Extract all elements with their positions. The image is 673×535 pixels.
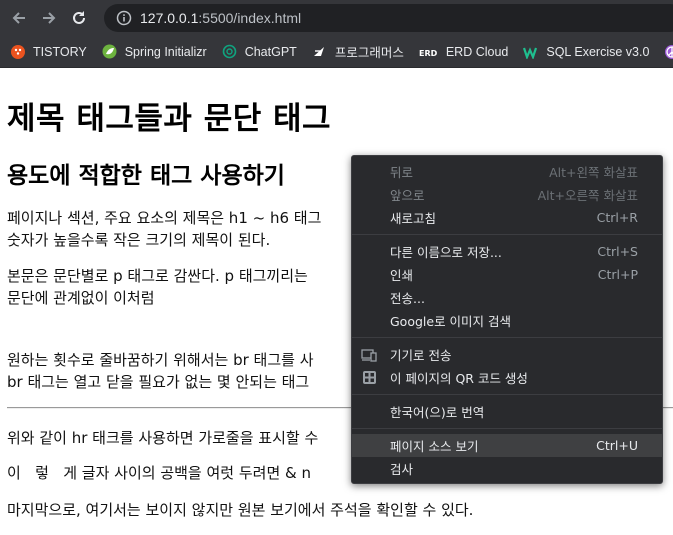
menu-item-label: 뒤로	[390, 165, 414, 180]
menu-item-label: 새로고침	[390, 211, 437, 226]
paragraph-line: 이 렇 게 글자 사이의 공백을 여럿 두려면 & n	[7, 464, 311, 482]
menu-item-cast[interactable]: 전송...	[352, 286, 662, 309]
menu-item-label: 앞으로	[390, 188, 425, 203]
menu-item-label: 검사	[390, 462, 414, 477]
menu-item-print[interactable]: 인쇄 Ctrl+P	[352, 263, 662, 286]
bookmark-label: 프로그래머스	[334, 46, 404, 60]
qr-code-icon	[361, 370, 377, 386]
bookmark-label: TISTORY	[33, 44, 87, 59]
paragraph-line: 문단에 관계없이 이처럼	[7, 289, 155, 307]
info-icon[interactable]	[116, 10, 132, 26]
url-path: :5500/index.html	[198, 10, 302, 26]
svg-text:ERD: ERD	[419, 49, 438, 58]
sql-exercise-icon	[523, 44, 539, 60]
paragraph-line: 마지막으로, 여기서는 보이지 않지만 원본 보기에서 주석을 확인할 수 있다…	[7, 501, 474, 519]
menu-item-save-as[interactable]: 다른 이름으로 저장... Ctrl+S	[352, 240, 662, 263]
reload-icon	[73, 11, 85, 24]
bookmark-erd-cloud[interactable]: ERD ERD Cloud	[419, 44, 509, 60]
bookmark-programmers[interactable]: 프로그래머스	[312, 42, 404, 61]
menu-separator	[352, 394, 662, 395]
menu-item-view-source[interactable]: 페이지 소스 보기 Ctrl+U	[352, 434, 662, 457]
menu-item-forward[interactable]: 앞으로 Alt+오른쪽 화살표	[352, 183, 662, 206]
spring-leaf-icon	[102, 44, 118, 60]
menu-item-shortcut: Alt+왼쪽 화살표	[549, 165, 638, 180]
menu-item-translate[interactable]: 한국어(으)로 번역	[352, 400, 662, 423]
menu-item-shortcut: Alt+오른쪽 화살표	[537, 188, 638, 203]
menu-item-qr-code[interactable]: 이 페이지의 QR 코드 생성	[352, 366, 662, 389]
url-host: 127.0.0.1	[140, 10, 199, 26]
menu-item-label: 인쇄	[390, 268, 414, 283]
bookmark-extra[interactable]	[664, 44, 673, 60]
programmers-icon	[312, 44, 328, 60]
menu-item-label: 기기로 전송	[390, 348, 452, 363]
menu-item-shortcut: Ctrl+P	[597, 267, 638, 282]
menu-item-shortcut: Ctrl+R	[596, 210, 638, 225]
arrow-left-icon	[12, 12, 25, 24]
context-menu: 뒤로 Alt+왼쪽 화살표 앞으로 Alt+오른쪽 화살표 새로고침 Ctrl+…	[351, 155, 663, 484]
send-to-device-icon	[361, 347, 377, 363]
bookmark-spring-initializr[interactable]: Spring Initializr	[102, 44, 207, 60]
menu-item-send-to-device[interactable]: 기기로 전송	[352, 343, 662, 366]
bookmark-tistory[interactable]: TISTORY	[10, 44, 87, 60]
paragraph-line: br 태그는 열고 닫을 필요가 없는 몇 안되는 태그	[7, 373, 310, 391]
menu-item-shortcut: Ctrl+S	[597, 244, 638, 259]
menu-separator	[352, 428, 662, 429]
menu-item-label: 한국어(으)로 번역	[390, 405, 485, 420]
forward-button[interactable]	[36, 5, 62, 31]
menu-item-label: 이 페이지의 QR 코드 생성	[390, 371, 528, 386]
arrow-right-icon	[43, 12, 56, 24]
menu-item-search-image-google[interactable]: Google로 이미지 검색	[352, 309, 662, 332]
url-text: 127.0.0.1:5500/index.html	[140, 10, 301, 26]
menu-item-inspect[interactable]: 검사	[352, 457, 662, 480]
chatgpt-icon	[222, 44, 238, 60]
tistory-icon	[10, 44, 26, 60]
browser-toolbar: 127.0.0.1:5500/index.html	[0, 0, 673, 36]
bookmark-label: ChatGPT	[244, 44, 297, 59]
address-bar[interactable]: 127.0.0.1:5500/index.html	[104, 4, 673, 32]
erd-cloud-icon: ERD	[419, 44, 439, 60]
bookmark-label: SQL Exercise v3.0	[546, 44, 650, 59]
bookmark-label: Spring Initializr	[124, 44, 207, 59]
reload-button[interactable]	[66, 5, 92, 31]
paragraph-line: 원하는 횟수로 줄바꿈하기 위해서는 br 태그를 사	[7, 351, 314, 369]
peace-sign-icon	[664, 44, 673, 60]
menu-item-back[interactable]: 뒤로 Alt+왼쪽 화살표	[352, 160, 662, 183]
paragraph-line: 본문은 문단별로 p 태그로 감싼다. p 태그끼리는	[7, 267, 308, 285]
paragraph-line: 위와 같이 hr 태크를 사용하면 가로줄을 표시할 수	[7, 429, 319, 447]
bookmark-chatgpt[interactable]: ChatGPT	[222, 44, 297, 60]
page-heading-h2: 용도에 적합한 태그 사용하기	[7, 163, 285, 189]
menu-item-label: Google로 이미지 검색	[390, 314, 512, 329]
menu-item-shortcut: Ctrl+U	[596, 438, 638, 453]
menu-separator	[352, 337, 662, 338]
paragraph-line: 숫자가 높을수록 작은 크기의 제목이 된다.	[7, 231, 271, 249]
back-button[interactable]	[6, 5, 32, 31]
menu-item-label: 전송...	[390, 291, 425, 306]
page-heading-h1: 제목 태그들과 문단 태그	[7, 101, 332, 137]
paragraph-line: 페이지나 섹션, 주요 요소의 제목은 h1 ~ h6 태그	[7, 209, 322, 227]
menu-separator	[352, 234, 662, 235]
menu-item-label: 페이지 소스 보기	[390, 439, 479, 454]
menu-item-reload[interactable]: 새로고침 Ctrl+R	[352, 206, 662, 229]
menu-item-label: 다른 이름으로 저장...	[390, 245, 502, 260]
bookmark-label: ERD Cloud	[445, 44, 509, 59]
bookmarks-bar: TISTORY Spring Initializr ChatGPT 프로그래머스…	[0, 36, 673, 68]
bookmark-sql-exercise[interactable]: SQL Exercise v3.0	[523, 44, 649, 60]
